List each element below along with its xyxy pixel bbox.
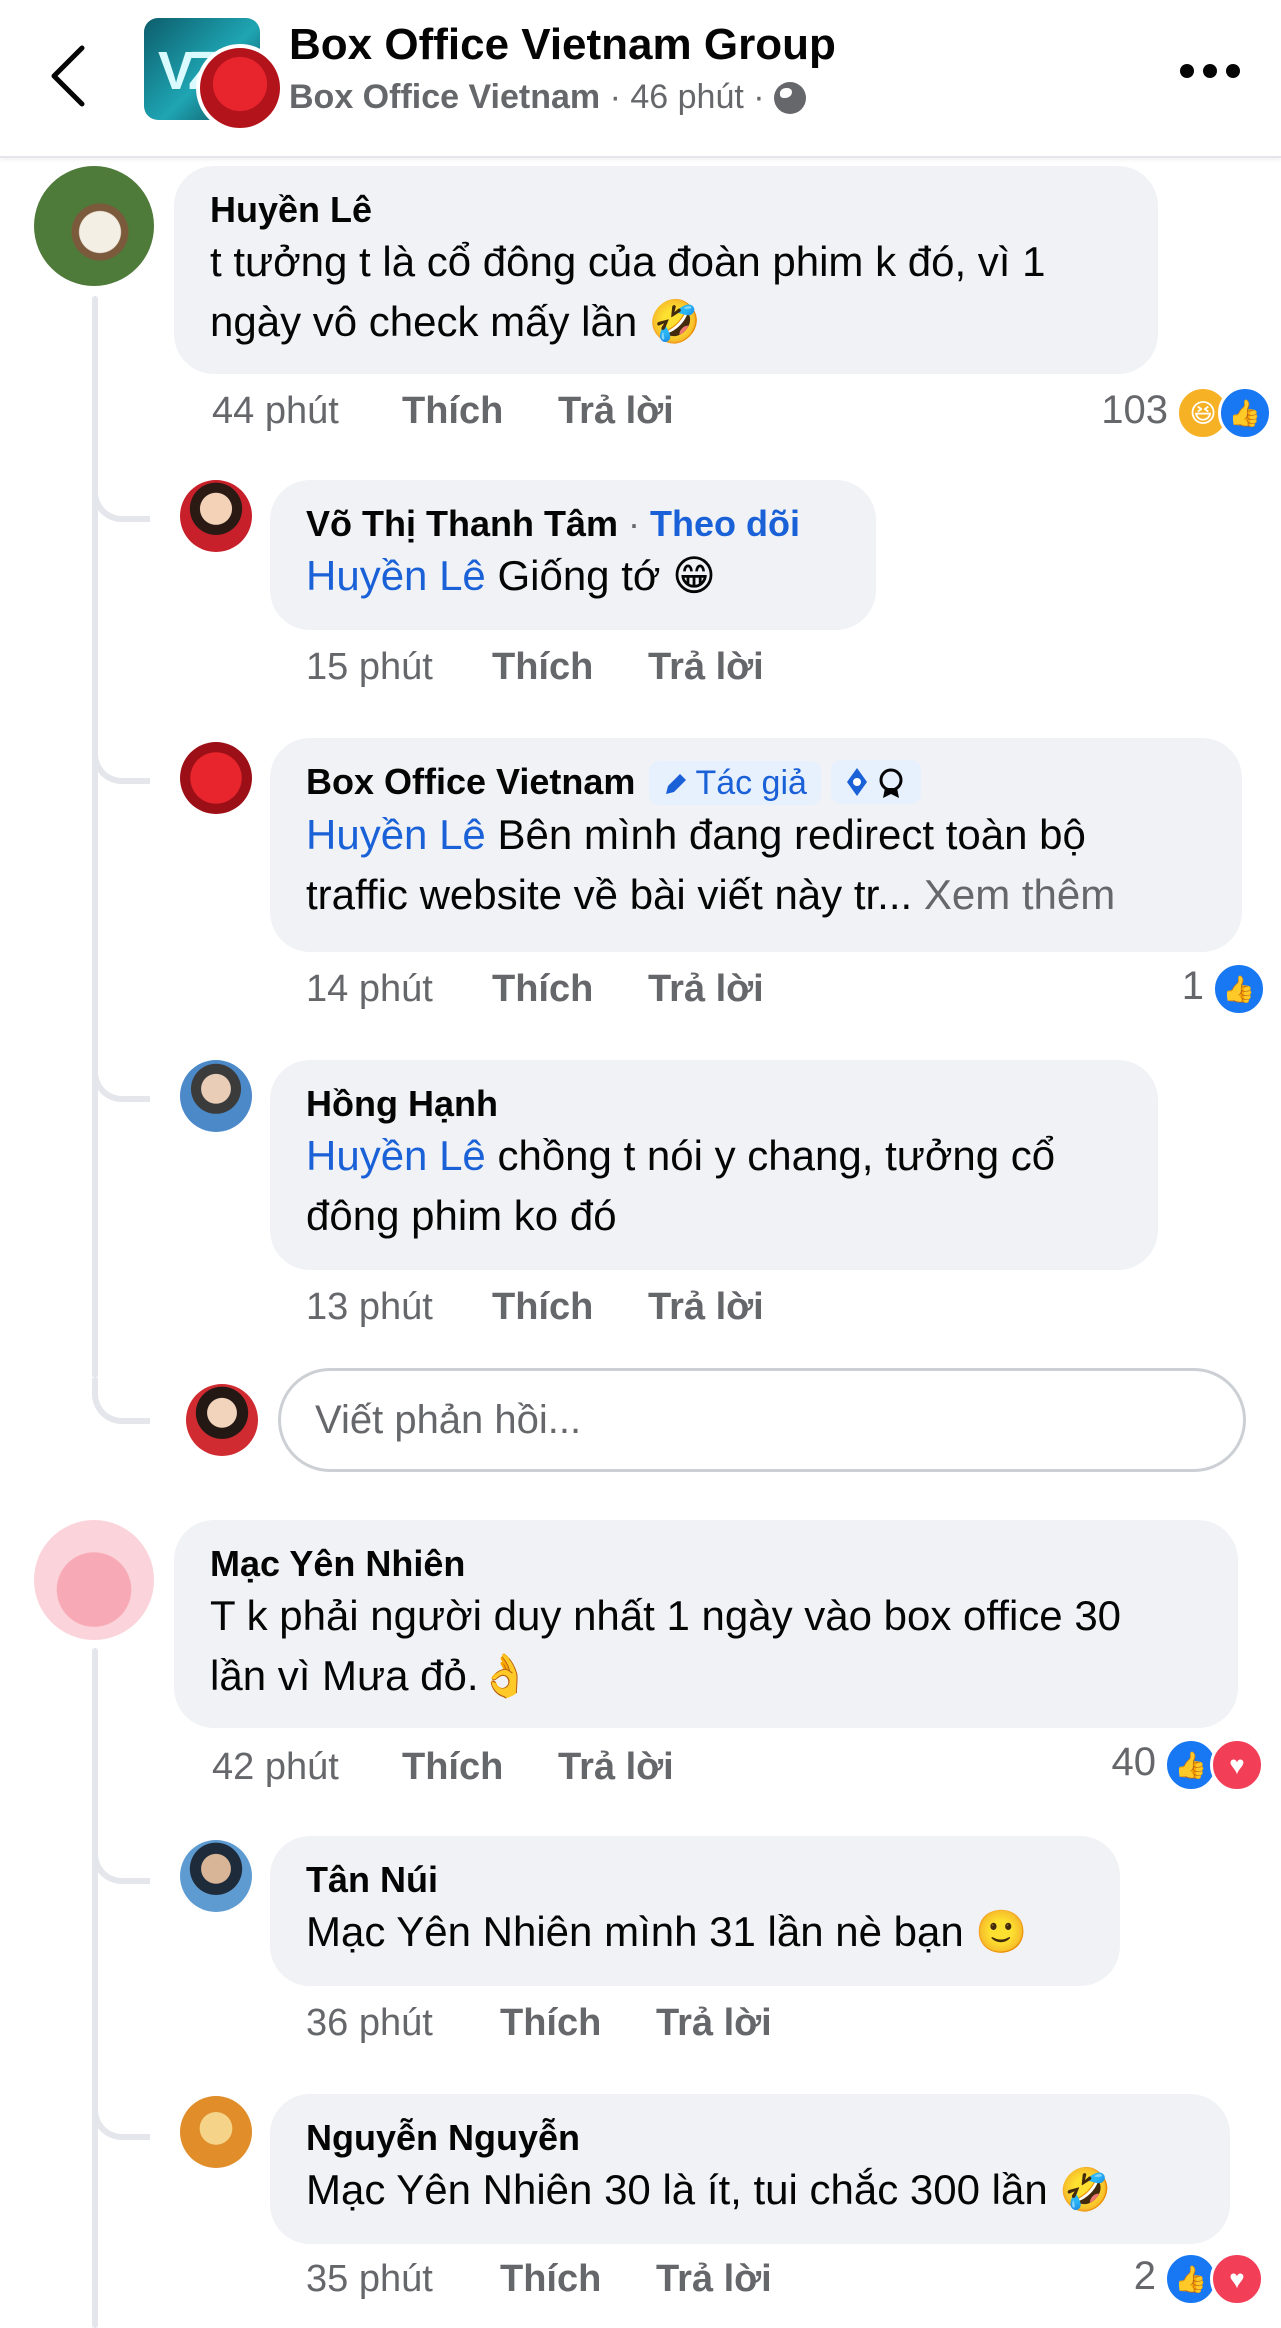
commenter-name[interactable]: Nguyễn Nguyễn: [306, 2116, 1194, 2160]
thread-branch: [92, 738, 150, 784]
reply-text: Huyền Lê chồng t nói y chang, tưởng cổ đô…: [306, 1132, 1056, 1239]
thread-line: [92, 1648, 98, 2328]
comment-bubble: Mạc Yên Nhiên T k phải người duy nhất 1 …: [174, 1520, 1238, 1728]
group-title[interactable]: Box Office Vietnam Group: [289, 20, 836, 70]
commenter-name[interactable]: Mạc Yên Nhiên: [210, 1542, 1202, 1586]
reply-button[interactable]: Trả lời: [558, 390, 674, 433]
reply-button[interactable]: Trả lời: [558, 1746, 674, 1789]
more-icon[interactable]: [1180, 64, 1240, 80]
reaction-count: 2: [1133, 2254, 1156, 2298]
commenter-name[interactable]: Hồng Hạnh: [306, 1082, 1122, 1126]
follow-button[interactable]: Theo dõi: [650, 503, 800, 544]
like-icon: 👍: [1218, 386, 1272, 440]
thread-branch: [92, 1056, 150, 1102]
comment-bubble: Huyền Lê t tưởng t là cổ đông của đoàn p…: [174, 166, 1158, 374]
page-avatar[interactable]: [196, 44, 284, 132]
post-meta: Box Office Vietnam · 46 phút ·: [289, 78, 807, 117]
reply-time: 13 phút: [306, 1286, 433, 1328]
profile-badges: [830, 760, 921, 804]
avatar-tan-nui[interactable]: [180, 1840, 252, 1912]
comment-text: t tưởng t là cổ đông của đoàn phim k đó,…: [210, 238, 1046, 345]
like-button[interactable]: Thích: [492, 1286, 593, 1329]
love-icon: ♥: [1210, 2252, 1264, 2306]
reply-time: 35 phút: [306, 2258, 433, 2300]
reply-button[interactable]: Trả lời: [656, 2258, 772, 2301]
commenter-name[interactable]: Huyền Lê: [210, 188, 1122, 232]
reply-time: 14 phút: [306, 968, 433, 1010]
reply-input[interactable]: Viết phản hồi...: [278, 1368, 1246, 1472]
thread-branch: [92, 2094, 150, 2140]
love-icon: ♥: [1210, 1738, 1264, 1792]
mention-link[interactable]: Huyền Lê: [306, 552, 486, 599]
page-name[interactable]: Box Office Vietnam: [289, 78, 600, 116]
like-button[interactable]: Thích: [492, 646, 593, 689]
thread-line: [92, 296, 98, 1378]
see-more-link[interactable]: Xem thêm: [924, 871, 1115, 918]
reply-bubble: Võ Thị Thanh Tâm · Theo dõi Huyền Lê Giố…: [270, 480, 876, 630]
mention-link[interactable]: Huyền Lê: [306, 811, 486, 858]
reaction-count: 103: [1101, 388, 1168, 432]
reply-text: Huyền Lê Giống tớ 😁: [306, 552, 716, 599]
comment-time: 42 phút: [212, 1746, 339, 1788]
like-button[interactable]: Thích: [500, 2258, 601, 2301]
thread-branch: [92, 1378, 150, 1424]
reply-bubble: Hồng Hạnh Huyền Lê chồng t nói y chang, …: [270, 1060, 1158, 1270]
commenter-name: Võ Thị Thanh Tâm · Theo dõi: [306, 503, 800, 544]
reply-time: 15 phút: [306, 646, 433, 688]
back-arrow-icon[interactable]: [48, 44, 88, 108]
commenter-name[interactable]: Tân Núi: [306, 1858, 1084, 1902]
post-time: 46 phút: [630, 78, 744, 116]
reply-text: Huyền Lê Bên mình đang redirect toàn bộ t…: [306, 811, 1116, 918]
reply-bubble: Nguyễn Nguyễn Mạc Yên Nhiên 30 là ít, tu…: [270, 2094, 1230, 2244]
post-header: VZ Box Office Vietnam Group Box Office V…: [0, 0, 1281, 158]
thread-branch: [92, 476, 150, 522]
globe-icon: [774, 82, 807, 114]
reply-bubble: Box Office Vietnam Tác giả Huyền Lê Bên m…: [270, 738, 1242, 952]
comment-text: T k phải người duy nhất 1 ngày vào box o…: [210, 1592, 1122, 1699]
avatar-mac-yen-nhien[interactable]: [34, 1520, 154, 1640]
reply-time: 36 phút: [306, 2002, 433, 2044]
avatar-vo-thi-thanh-tam[interactable]: [180, 480, 252, 552]
avatar-huyen-le[interactable]: [34, 166, 154, 286]
reply-bubble: Tân Núi Mạc Yên Nhiên mình 31 lần nè bạn…: [270, 1836, 1120, 1986]
author-badge: Tác giả: [649, 761, 821, 805]
thread-branch: [92, 1838, 150, 1884]
like-button[interactable]: Thích: [402, 1746, 503, 1789]
reply-button[interactable]: Trả lời: [648, 1286, 764, 1329]
mention-link[interactable]: Mạc Yên Nhiên: [306, 2166, 592, 2213]
reply-button[interactable]: Trả lời: [656, 2002, 772, 2045]
pencil-icon: [666, 774, 687, 794]
avatar-hong-hanh[interactable]: [180, 1060, 252, 1132]
like-button[interactable]: Thích: [500, 2002, 601, 2045]
commenter-name: Box Office Vietnam Tác giả: [306, 760, 1206, 805]
reaction-count: 40: [1111, 1740, 1157, 1784]
like-icon: 👍: [1212, 962, 1266, 1016]
mention-link[interactable]: Mạc Yên Nhiên: [306, 1908, 592, 1955]
current-user-avatar: [186, 1384, 258, 1456]
avatar-box-office-vietnam[interactable]: [180, 742, 252, 814]
like-button[interactable]: Thích: [492, 968, 593, 1011]
comment-time: 44 phút: [212, 390, 339, 432]
reaction-count: 1: [1181, 964, 1204, 1008]
reply-text: Mạc Yên Nhiên 30 là ít, tui chắc 300 lần…: [306, 2166, 1112, 2213]
reply-text: Mạc Yên Nhiên mình 31 lần nè bạn 🙂: [306, 1908, 1028, 1955]
mention-link[interactable]: Huyền Lê: [306, 1132, 486, 1179]
like-button[interactable]: Thích: [402, 390, 503, 433]
avatar-nguyen-nguyen[interactable]: [180, 2096, 252, 2168]
badge-icon: [846, 768, 903, 798]
reply-button[interactable]: Trả lời: [648, 646, 764, 689]
reply-button[interactable]: Trả lời: [648, 968, 764, 1011]
